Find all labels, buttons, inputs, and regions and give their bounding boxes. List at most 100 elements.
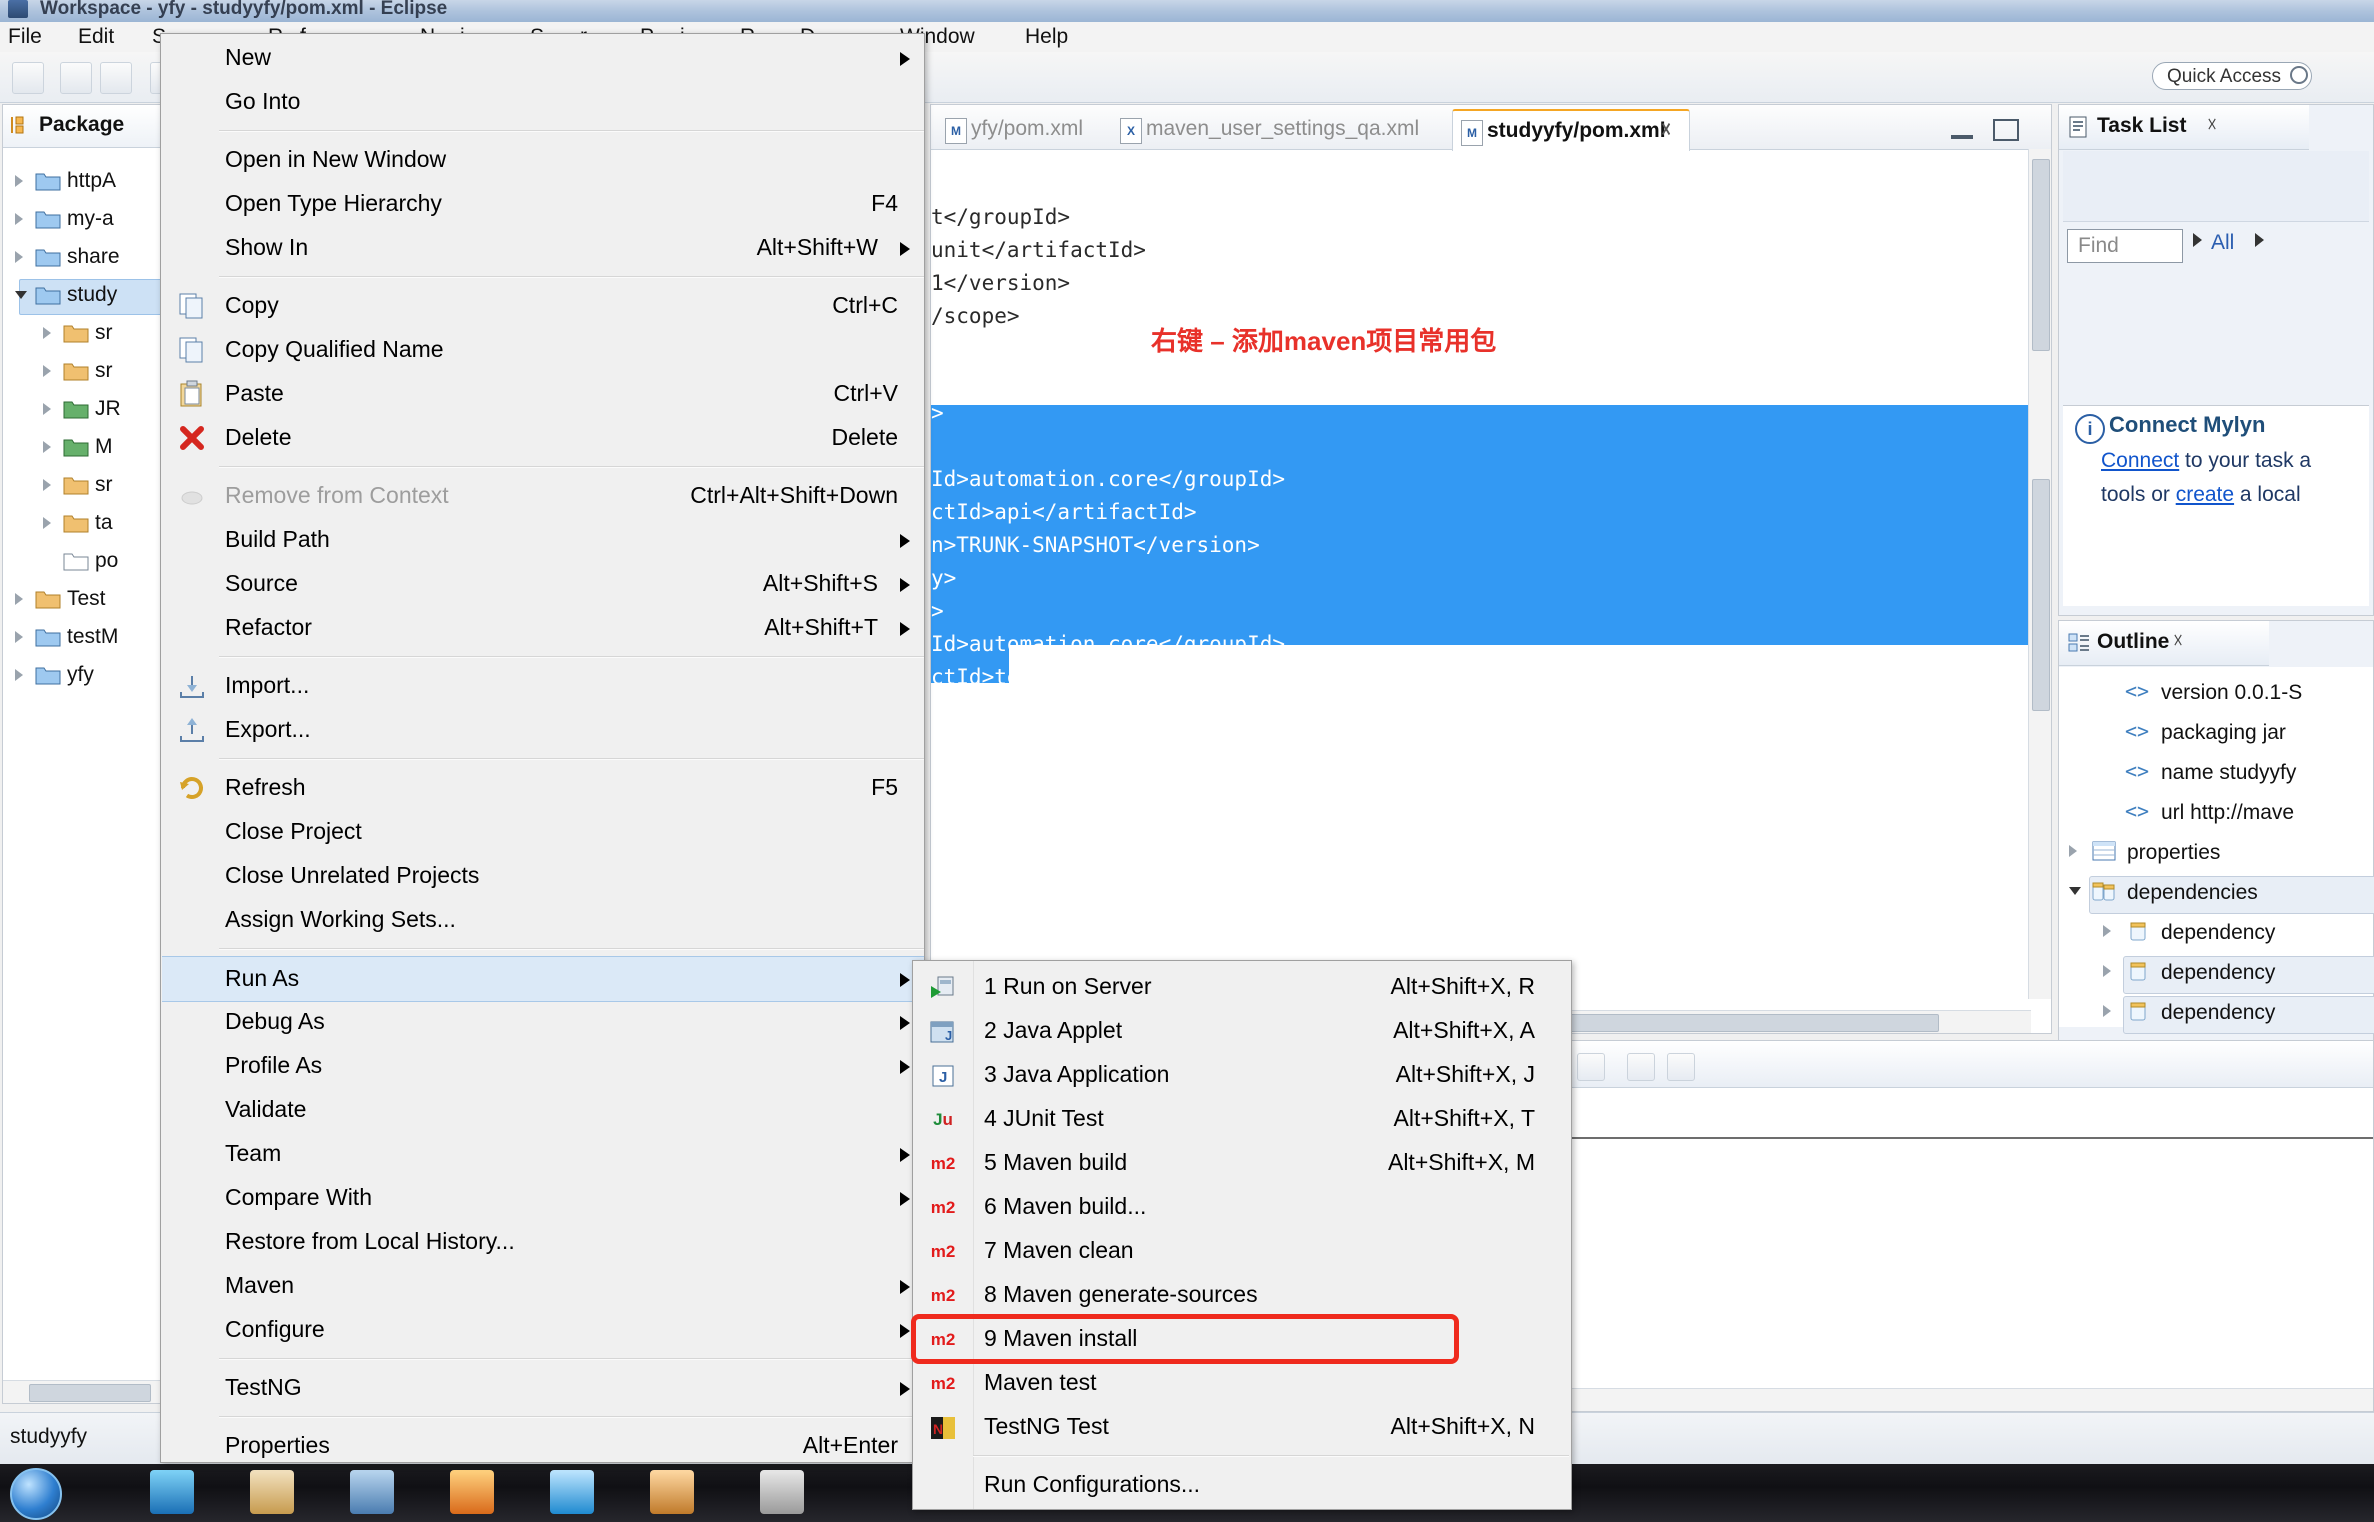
maximize-icon[interactable] (1993, 119, 2019, 141)
context-menu-item-properties[interactable]: PropertiesAlt+Enter (162, 1424, 924, 1468)
context-menu-item-refresh[interactable]: RefreshF5 (162, 766, 924, 810)
context-menu-item-source[interactable]: SourceAlt+Shift+S (162, 562, 924, 606)
menu-file-0[interactable]: File (8, 25, 42, 49)
package-tree-item-4[interactable]: sr (3, 315, 171, 353)
run-as-item-5-maven-build[interactable]: m25 Maven buildAlt+Shift+X, M (914, 1141, 1571, 1185)
context-menu-item-copy[interactable]: CopyCtrl+C (162, 284, 924, 328)
context-menu-item-profile-as[interactable]: Profile As (162, 1044, 924, 1088)
console-toolbar-button-9[interactable] (1627, 1053, 1655, 1081)
taskbar-ie-icon[interactable] (150, 1470, 194, 1514)
chevron-right-icon[interactable] (43, 517, 51, 529)
toolbar-button-2[interactable] (100, 62, 132, 94)
taskbar-browser-icon[interactable] (550, 1470, 594, 1514)
chevron-right-icon[interactable] (15, 669, 23, 681)
package-tree-item-11[interactable]: Test (3, 581, 171, 619)
context-menu-item-maven[interactable]: Maven (162, 1264, 924, 1308)
context-menu-item-team[interactable]: Team (162, 1132, 924, 1176)
chevron-right-icon[interactable] (15, 251, 23, 263)
outline-item-4[interactable]: properties (2059, 835, 2373, 875)
chevron-right-icon[interactable] (43, 327, 51, 339)
package-tree-item-0[interactable]: httpA (3, 163, 171, 201)
context-menu-item-assign-working-sets[interactable]: Assign Working Sets... (162, 898, 924, 942)
outline-item-1[interactable]: <>packaging jar (2059, 715, 2373, 755)
start-button[interactable] (10, 1468, 62, 1520)
context-menu-item-close-unrelated-projects[interactable]: Close Unrelated Projects (162, 854, 924, 898)
context-menu-item-export[interactable]: Export... (162, 708, 924, 752)
run-as-item-run-configurations[interactable]: Run Configurations... (914, 1463, 1571, 1507)
mylyn-connect-link[interactable]: Connect (2101, 449, 2179, 472)
package-tree-item-10[interactable]: po (3, 543, 171, 581)
package-tree-item-8[interactable]: sr (3, 467, 171, 505)
close-icon[interactable]: ☓ (2173, 630, 2183, 653)
outline-tab[interactable]: Outline ☓ (2059, 621, 2269, 666)
package-tree-item-12[interactable]: testM (3, 619, 171, 657)
chevron-right-icon[interactable] (15, 175, 23, 187)
outline-item-2[interactable]: <>name studyyfy (2059, 755, 2373, 795)
package-tree-item-7[interactable]: M (3, 429, 171, 467)
package-explorer-view[interactable]: Package httpAmy-asharestudysrsrJRMsrtapo… (2, 104, 172, 1404)
context-menu-item-new[interactable]: New (162, 36, 924, 80)
xml-editor-canvas[interactable]: t</groupId>unit</artifactId>1</version>/… (931, 149, 2051, 999)
close-icon[interactable]: ☓ (1661, 119, 1671, 142)
outline-item-3[interactable]: <>url http://mave (2059, 795, 2373, 835)
editor-vscrollbar[interactable] (2028, 149, 2051, 999)
package-tree-item-6[interactable]: JR (3, 391, 171, 429)
taskbar-window-icon[interactable] (760, 1470, 804, 1514)
chevron-right-icon[interactable] (15, 213, 23, 225)
mylyn-create-link[interactable]: create (2176, 483, 2234, 506)
run-as-item-1-run-on-server[interactable]: 1 Run on ServerAlt+Shift+X, R (914, 965, 1571, 1009)
context-menu-item-copy-qualified-name[interactable]: Copy Qualified Name (162, 328, 924, 372)
context-menu-item-open-type-hierarchy[interactable]: Open Type HierarchyF4 (162, 182, 924, 226)
menu-edit-1[interactable]: Edit (78, 25, 114, 49)
taskbar-app-icon[interactable] (350, 1470, 394, 1514)
editor-tab-strip[interactable]: Myfy/pom.xml Xmaven_user_settings_qa.xml M… (931, 105, 2051, 150)
chevron-right-icon[interactable] (2069, 845, 2077, 857)
editor-tab-2[interactable]: Mstudyyfy/pom.xml☓ (1452, 109, 1690, 151)
toolbar-button-1[interactable] (60, 62, 92, 94)
chevron-down-icon[interactable] (2069, 887, 2081, 901)
run-as-item-6-maven-build[interactable]: m26 Maven build... (914, 1185, 1571, 1229)
outline-item-8[interactable]: dependency (2059, 995, 2373, 1035)
close-icon[interactable]: ☓ (2207, 114, 2217, 137)
editor-area[interactable]: Myfy/pom.xml Xmaven_user_settings_qa.xml M… (930, 104, 2052, 1034)
chevron-right-icon-2[interactable] (2255, 233, 2264, 247)
editor-tab-1[interactable]: Xmaven_user_settings_qa.xml (1112, 109, 1438, 149)
taskbar-explorer-icon[interactable] (250, 1470, 294, 1514)
minimize-icon[interactable] (1951, 129, 1973, 139)
context-menu-item-go-into[interactable]: Go Into (162, 80, 924, 124)
chevron-down-icon[interactable] (15, 291, 27, 305)
outline-item-0[interactable]: <>version 0.0.1-S (2059, 675, 2373, 715)
outline-item-5[interactable]: dependencies (2059, 875, 2373, 915)
chevron-right-icon[interactable] (43, 365, 51, 377)
context-menu-item-remove-from-context[interactable]: Remove from ContextCtrl+Alt+Shift+Down (162, 474, 924, 518)
package-tree-item-1[interactable]: my-a (3, 201, 171, 239)
run-as-item-4-junit-test[interactable]: Ju4 JUnit TestAlt+Shift+X, T (914, 1097, 1571, 1141)
run-as-submenu[interactable]: 1 Run on ServerAlt+Shift+X, RJ2 Java App… (912, 960, 1572, 1510)
run-as-item-8-maven-generate-sources[interactable]: m28 Maven generate-sources (914, 1273, 1571, 1317)
run-as-item-2-java-applet[interactable]: J2 Java AppletAlt+Shift+X, A (914, 1009, 1571, 1053)
chevron-right-icon[interactable] (2103, 925, 2111, 937)
package-tree-item-5[interactable]: sr (3, 353, 171, 391)
chevron-right-icon[interactable] (43, 441, 51, 453)
outline-view[interactable]: Outline ☓ <>version 0.0.1-S<>packaging j… (2058, 620, 2374, 1090)
outline-item-7[interactable]: dependency (2059, 955, 2373, 995)
task-list-toolbar[interactable] (2063, 151, 2369, 222)
quick-access-field[interactable]: Quick Access (2152, 62, 2312, 90)
chevron-right-icon[interactable] (43, 403, 51, 415)
context-menu-item-paste[interactable]: PasteCtrl+V (162, 372, 924, 416)
editor-tab-0[interactable]: Myfy/pom.xml (937, 109, 1098, 149)
context-menu-item-refactor[interactable]: RefactorAlt+Shift+T (162, 606, 924, 650)
chevron-right-icon[interactable] (2193, 233, 2202, 247)
project-context-menu[interactable]: NewGo IntoOpen in New WindowOpen Type Hi… (160, 33, 925, 1463)
run-as-item-7-maven-clean[interactable]: m27 Maven clean (914, 1229, 1571, 1273)
console-toolbar-button-10[interactable] (1667, 1053, 1695, 1081)
context-menu-item-validate[interactable]: Validate (162, 1088, 924, 1132)
find-input[interactable]: Find (2067, 229, 2183, 263)
context-menu-item-compare-with[interactable]: Compare With (162, 1176, 924, 1220)
context-menu-item-show-in[interactable]: Show InAlt+Shift+W (162, 226, 924, 270)
chevron-right-icon[interactable] (2103, 1005, 2111, 1017)
task-list-view[interactable]: Task List ☓ Find All i Connect Mylyn Con… (2058, 104, 2374, 616)
console-toolbar-button-8[interactable] (1577, 1053, 1605, 1081)
filter-all-label[interactable]: All (2211, 231, 2234, 255)
context-menu-item-import[interactable]: Import... (162, 664, 924, 708)
